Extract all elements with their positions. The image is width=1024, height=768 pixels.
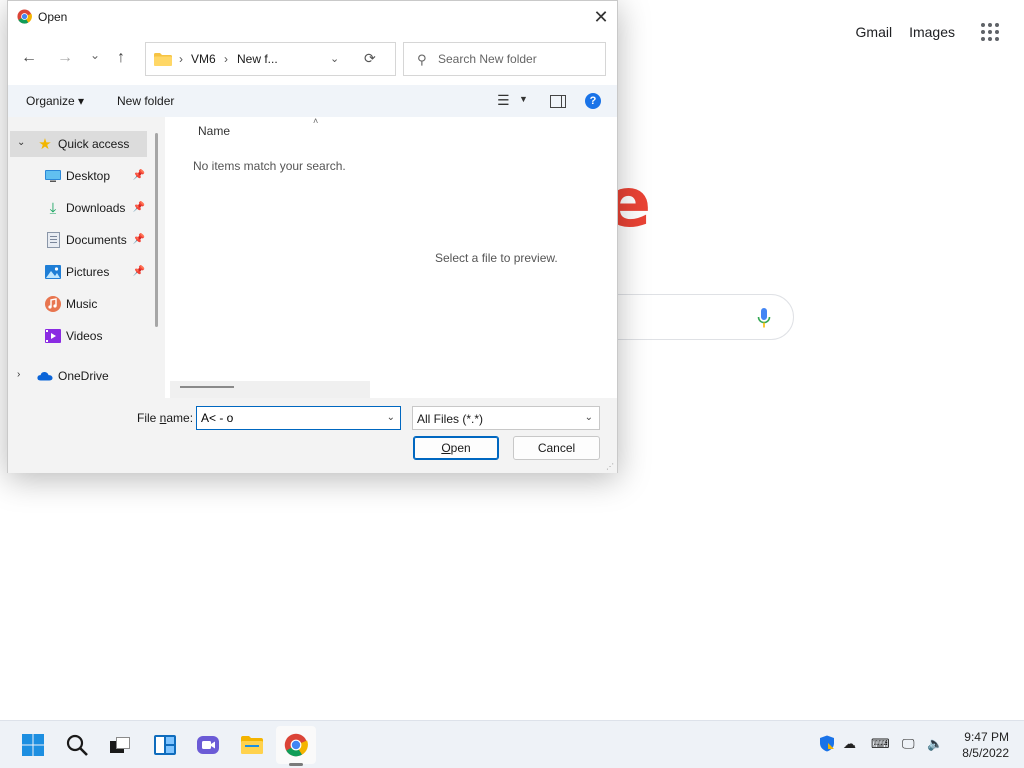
open-file-dialog: Open ✕ ← → ⌄ ↑ › VM6 › New f... ⌄ ⟳ ⚲ Or… bbox=[7, 0, 618, 473]
chrome-icon[interactable] bbox=[284, 733, 308, 766]
horizontal-scrollbar-thumb[interactable] bbox=[180, 386, 234, 388]
horizontal-scrollbar[interactable] bbox=[170, 381, 370, 398]
view-dropdown-icon[interactable]: ▼ bbox=[519, 94, 528, 104]
pin-icon: 📌 bbox=[132, 266, 145, 277]
security-shield-icon[interactable] bbox=[819, 735, 835, 755]
close-button[interactable]: ✕ bbox=[585, 1, 617, 33]
preview-message: Select a file to preview. bbox=[435, 251, 558, 265]
taskbar: ☁ ⌨ 🖵 🔈 9:47 PM 8/5/2022 bbox=[0, 720, 1024, 768]
back-arrow-icon[interactable]: ← bbox=[21, 49, 37, 67]
column-header-name[interactable]: Name bbox=[198, 124, 230, 138]
music-icon bbox=[45, 296, 61, 312]
folder-icon bbox=[154, 53, 172, 66]
sidebar-item-documents[interactable]: Documents 📌 bbox=[10, 227, 147, 253]
command-bar: Organize ▾ New folder ☰ ▼ ? bbox=[8, 85, 617, 117]
chevron-down-icon[interactable]: ⌄ bbox=[17, 137, 25, 148]
file-name-combobox: ⌄ bbox=[196, 406, 401, 430]
search-icon[interactable] bbox=[65, 733, 89, 757]
navigation-pane: ⌄ ★ Quick access Desktop 📌 ⤓ Downloads 📌… bbox=[8, 117, 165, 398]
breadcrumb-new-folder[interactable]: New f... bbox=[237, 52, 278, 66]
search-input[interactable] bbox=[438, 43, 598, 75]
address-bar[interactable]: › VM6 › New f... ⌄ ⟳ bbox=[145, 42, 396, 76]
chevron-right-icon[interactable]: › bbox=[17, 369, 20, 380]
star-icon: ★ bbox=[38, 136, 52, 153]
address-dropdown-icon[interactable]: ⌄ bbox=[330, 52, 339, 65]
sidebar-item-label: Downloads bbox=[66, 201, 126, 215]
organize-button[interactable]: Organize ▾ bbox=[26, 94, 84, 108]
desktop-icon bbox=[45, 168, 61, 184]
chat-icon[interactable] bbox=[196, 733, 220, 757]
recent-locations-chevron-icon[interactable]: ⌄ bbox=[90, 46, 100, 64]
sidebar-item-downloads[interactable]: ⤓ Downloads 📌 bbox=[10, 195, 147, 221]
sidebar-item-pictures[interactable]: Pictures 📌 bbox=[10, 259, 147, 285]
navigation-scrollbar[interactable] bbox=[155, 133, 158, 327]
sidebar-item-label: Videos bbox=[66, 329, 103, 343]
file-explorer-icon[interactable] bbox=[240, 733, 264, 757]
gmail-link[interactable]: Gmail bbox=[856, 24, 893, 40]
download-icon: ⤓ bbox=[49, 199, 57, 217]
sidebar-item-desktop[interactable]: Desktop 📌 bbox=[10, 163, 147, 189]
help-icon[interactable]: ? bbox=[585, 93, 601, 109]
file-name-label: File name: bbox=[137, 411, 194, 425]
file-name-input[interactable] bbox=[201, 407, 379, 429]
file-type-select[interactable]: All Files (*.*) ⌄ bbox=[412, 406, 600, 430]
windows-start-icon[interactable] bbox=[21, 733, 45, 757]
volume-icon[interactable]: 🔈 bbox=[927, 736, 943, 752]
images-link[interactable]: Images bbox=[909, 24, 955, 40]
file-type-value: All Files (*.*) bbox=[417, 412, 484, 426]
dialog-title: Open bbox=[38, 10, 68, 24]
display-icon[interactable]: 🖵 bbox=[902, 736, 915, 752]
cancel-button[interactable]: Cancel bbox=[513, 436, 600, 460]
sidebar-item-music[interactable]: Music bbox=[10, 291, 147, 317]
pin-icon: 📌 bbox=[132, 234, 145, 245]
sidebar-item-videos[interactable]: Videos bbox=[10, 323, 147, 349]
sidebar-item-label: Documents bbox=[66, 233, 127, 247]
breadcrumb-separator-icon: › bbox=[179, 52, 183, 66]
system-clock[interactable]: 9:47 PM 8/5/2022 bbox=[962, 729, 1009, 761]
empty-state-message: No items match your search. bbox=[193, 159, 346, 173]
widgets-icon[interactable] bbox=[153, 733, 177, 757]
chevron-down-icon[interactable]: ⌄ bbox=[585, 412, 593, 423]
sidebar-item-label: Music bbox=[66, 297, 98, 311]
document-icon bbox=[45, 232, 61, 248]
search-box: ⚲ bbox=[403, 42, 606, 76]
sidebar-item-label: OneDrive bbox=[58, 369, 109, 383]
pin-icon: 📌 bbox=[132, 170, 145, 181]
cloud-icon bbox=[37, 368, 53, 384]
clock-time: 9:47 PM bbox=[964, 730, 1009, 744]
refresh-icon[interactable]: ⟳ bbox=[364, 50, 376, 67]
chrome-icon bbox=[17, 9, 32, 24]
chevron-down-icon[interactable]: ⌄ bbox=[387, 412, 395, 423]
google-apps-icon[interactable] bbox=[981, 23, 999, 41]
view-list-icon[interactable]: ☰ bbox=[497, 92, 510, 109]
task-view-icon[interactable] bbox=[108, 733, 132, 757]
navigation-bar: ← → ⌄ ↑ › VM6 › New f... ⌄ ⟳ ⚲ bbox=[8, 33, 617, 85]
pictures-icon bbox=[45, 264, 61, 280]
pin-icon: 📌 bbox=[132, 202, 145, 213]
network-offline-icon[interactable]: ☁ bbox=[843, 736, 856, 752]
sidebar-item-label: Desktop bbox=[66, 169, 111, 183]
sidebar-item-quick-access[interactable]: ⌄ ★ Quick access bbox=[10, 131, 147, 157]
open-button[interactable]: Open bbox=[413, 436, 499, 460]
new-folder-button[interactable]: New folder bbox=[117, 94, 174, 108]
dialog-footer: File name: ⌄ All Files (*.*) ⌄ Open Canc… bbox=[8, 398, 617, 473]
keyboard-icon[interactable]: ⌨ bbox=[871, 736, 890, 752]
microphone-icon[interactable] bbox=[757, 307, 771, 329]
sort-ascending-icon: ˄ bbox=[313, 116, 319, 126]
up-arrow-icon[interactable]: ↑ bbox=[117, 49, 125, 67]
resize-grip-icon[interactable]: ⋰ bbox=[606, 462, 614, 471]
sidebar-item-label: Pictures bbox=[66, 265, 110, 279]
clock-date: 8/5/2022 bbox=[962, 746, 1009, 760]
file-list-area: ˄ Name No items match your search. Selec… bbox=[165, 116, 617, 398]
preview-pane-icon[interactable] bbox=[550, 95, 566, 108]
breadcrumb-separator-icon: › bbox=[224, 52, 228, 66]
breadcrumb-vm6[interactable]: VM6 bbox=[191, 52, 216, 66]
forward-arrow-icon[interactable]: → bbox=[57, 49, 73, 67]
dialog-titlebar: Open ✕ bbox=[8, 1, 617, 33]
search-icon: ⚲ bbox=[417, 52, 427, 67]
google-top-links: Gmail Images bbox=[856, 24, 955, 40]
sidebar-item-onedrive[interactable]: › OneDrive bbox=[10, 363, 147, 389]
sidebar-item-label: Quick access bbox=[58, 137, 130, 151]
videos-icon bbox=[45, 328, 61, 344]
